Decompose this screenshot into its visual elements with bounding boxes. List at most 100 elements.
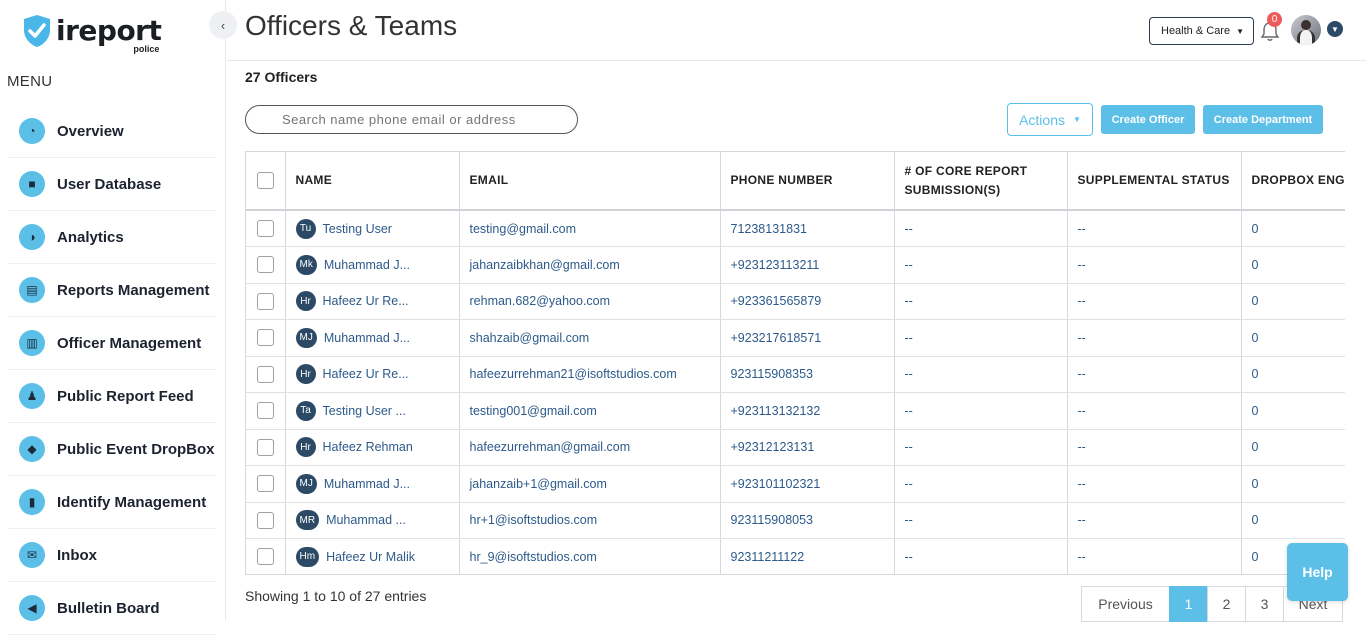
officer-name-link[interactable]: Muhammad J... (324, 258, 410, 272)
supplemental-status-cell: -- (1067, 538, 1242, 574)
sidebar-item-inbox[interactable]: ✉ Inbox (8, 529, 216, 582)
initials-avatar: MJ (295, 327, 317, 348)
sidebar-item-officer-management[interactable]: ▥ Officer Management (8, 317, 216, 370)
officer-name-link[interactable]: Muhammad J... (324, 477, 410, 491)
row-checkbox[interactable] (256, 220, 274, 237)
email-cell: hr_9@isoftstudios.com (459, 538, 721, 574)
sidebar-collapse-button[interactable]: ‹ (209, 11, 237, 39)
pagination-page-3[interactable]: 3 (1245, 586, 1284, 622)
officer-name-link[interactable]: Testing User ... (323, 404, 406, 418)
officer-name-link[interactable]: Hafeez Ur Malik (326, 550, 415, 564)
dropbox-cell: 0 (1241, 283, 1345, 320)
row-checkbox[interactable] (256, 256, 274, 274)
officer-name-link[interactable]: Muhammad J... (324, 331, 410, 345)
shield-check-icon (24, 15, 50, 47)
column-header-phone[interactable]: PHONE NUMBER (720, 152, 895, 211)
logo[interactable]: ireport police (22, 14, 162, 55)
phone-cell: +923123113211 (720, 246, 895, 284)
table-row[interactable]: MJ Muhammad J... jahanzaib+1@gmail.com +923… (246, 465, 1345, 503)
sidebar-item-public-report-feed[interactable]: ♟ Public Report Feed (8, 370, 216, 423)
table-row[interactable]: Tu Testing User testing@gmail.com 712381318… (246, 210, 1345, 247)
column-header-supplemental-status[interactable]: SUPPLEMENTAL STATUS (1067, 152, 1242, 211)
select-all-checkbox[interactable] (256, 172, 274, 189)
table-row[interactable]: Mk Muhammad J... jahanzaibkhan@gmail.com +9… (246, 246, 1345, 284)
phone-cell: +92312123131 (720, 429, 895, 466)
table-row[interactable]: Ta Testing User ... testing001@gmail.com +9… (246, 392, 1345, 430)
avatar[interactable] (1291, 15, 1321, 45)
row-checkbox[interactable] (256, 438, 274, 456)
officer-name-link[interactable]: Hafeez Ur Re... (323, 294, 409, 308)
row-checkbox[interactable] (256, 402, 274, 420)
database-icon: ■ (19, 171, 45, 197)
sidebar-item-analytics[interactable]: ◑ Analytics (8, 211, 216, 264)
row-checkbox[interactable] (256, 365, 274, 383)
sidebar-item-bulletin-board[interactable]: ◀ Bulletin Board (8, 582, 216, 635)
row-checkbox[interactable] (256, 511, 274, 529)
entries-info: Showing 1 to 10 of 27 entries (245, 588, 427, 604)
create-department-button[interactable]: Create Department (1203, 105, 1323, 134)
sidebar-item-reports-management[interactable]: ▤ Reports Management (8, 264, 216, 317)
officer-name-link[interactable]: Hafeez Ur Re... (323, 367, 409, 381)
help-button[interactable]: Help (1287, 543, 1348, 601)
pagination-page-2[interactable]: 2 (1207, 586, 1246, 622)
brand: ireport police (56, 17, 162, 55)
initials-avatar: Hr (295, 291, 316, 312)
column-header-dropbox[interactable]: DROPBOX ENG (1241, 152, 1345, 211)
column-header-email[interactable]: EMAIL (459, 152, 721, 211)
search-input[interactable] (245, 105, 578, 134)
row-checkbox[interactable] (256, 329, 274, 347)
page-title: Officers & Teams (245, 10, 458, 41)
initials-avatar: Hr (295, 364, 316, 385)
sidebar-item-label: Public Event DropBox (57, 440, 215, 458)
supplemental-status-cell: -- (1067, 319, 1242, 357)
initials-avatar: MR (295, 510, 320, 531)
caret-down-icon: ▼ (1236, 26, 1245, 36)
email-cell: hr+1@isoftstudios.com (459, 502, 721, 539)
row-checkbox[interactable] (256, 292, 274, 310)
dropbox-cell: 0 (1241, 210, 1345, 247)
dropbox-icon: ◆ (19, 436, 45, 462)
row-checkbox-cell (246, 246, 286, 284)
org-select[interactable]: Health & Care ▼ (1149, 17, 1254, 45)
sidebar-item-user-database[interactable]: ■ User Database (8, 158, 216, 211)
dropbox-cell: 0 (1241, 502, 1345, 539)
create-officer-button[interactable]: Create Officer (1101, 105, 1195, 134)
table-row[interactable]: Hr Hafeez Ur Re... rehman.682@yahoo.com +92… (246, 283, 1345, 320)
sidebar-item-overview[interactable]: ◔ Overview (8, 105, 216, 158)
email-cell: hafeezurrehman21@isoftstudios.com (459, 356, 721, 393)
officer-icon: ▥ (19, 330, 45, 356)
officer-name-link[interactable]: Hafeez Rehman (323, 440, 413, 454)
name-cell: Hr Hafeez Ur Re... (285, 356, 460, 393)
initials-avatar: MJ (295, 473, 317, 494)
pagination-page-1[interactable]: 1 (1169, 586, 1208, 622)
actions-dropdown-button[interactable]: Actions ▼ (1007, 103, 1093, 136)
supplemental-status-cell: -- (1067, 210, 1242, 247)
email-cell: testing@gmail.com (459, 210, 721, 247)
table-row[interactable]: Hr Hafeez Ur Re... hafeezurrehman21@isofts… (246, 356, 1345, 393)
core-reports-cell: -- (894, 356, 1068, 393)
column-header-name[interactable]: NAME (285, 152, 460, 211)
row-checkbox-cell (246, 319, 286, 357)
table-row[interactable]: Hm Hafeez Ur Malik hr_9@isoftstudios.com 92… (246, 538, 1345, 574)
name-cell: Hm Hafeez Ur Malik (285, 538, 460, 574)
column-header-core-reports[interactable]: # OF CORE REPORT SUBMISSION(S) (894, 152, 1068, 211)
supplemental-status-cell: -- (1067, 246, 1242, 284)
user-menu-chevron-icon[interactable]: ▼ (1327, 21, 1343, 37)
email-cell: shahzaib@gmail.com (459, 319, 721, 357)
pagination-previous[interactable]: Previous (1081, 586, 1170, 622)
reports-icon: ▤ (19, 277, 45, 303)
officer-name-link[interactable]: Testing User (323, 222, 392, 236)
email-cell: rehman.682@yahoo.com (459, 283, 721, 320)
row-checkbox[interactable] (256, 475, 274, 493)
sidebar-item-identify-management[interactable]: ▮ Identify Management (8, 476, 216, 529)
table-row[interactable]: MJ Muhammad J... shahzaib@gmail.com +923217… (246, 319, 1345, 357)
row-checkbox-cell (246, 502, 286, 539)
officer-name-link[interactable]: Muhammad ... (326, 513, 406, 527)
sidebar-item-public-event-dropbox[interactable]: ◆ Public Event DropBox (8, 423, 216, 476)
supplemental-status-cell: -- (1067, 502, 1242, 539)
dropbox-cell: 0 (1241, 246, 1345, 284)
row-checkbox[interactable] (256, 548, 274, 566)
table-row[interactable]: MR Muhammad ... hr+1@isoftstudios.com 92311… (246, 502, 1345, 539)
table-row[interactable]: Hr Hafeez Rehman hafeezurrehman@gmail.com +… (246, 429, 1345, 466)
core-reports-cell: -- (894, 319, 1068, 357)
